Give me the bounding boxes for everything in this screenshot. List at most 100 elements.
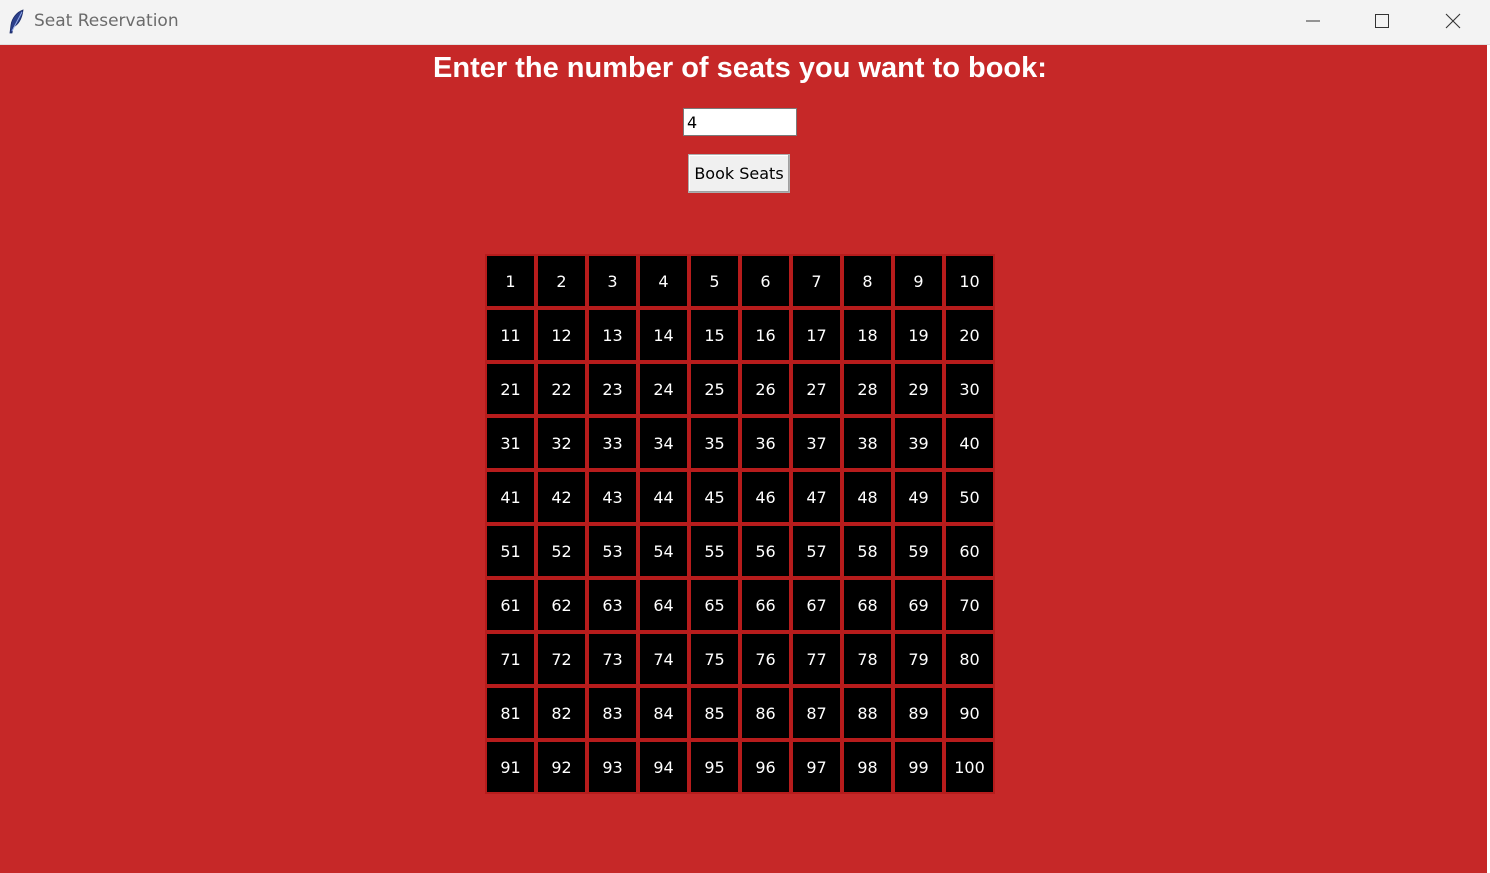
seat-button[interactable]: 50 bbox=[944, 470, 995, 524]
seat-button[interactable]: 37 bbox=[791, 416, 842, 470]
seat-button[interactable]: 95 bbox=[689, 740, 740, 794]
seat-button[interactable]: 68 bbox=[842, 578, 893, 632]
seat-button[interactable]: 85 bbox=[689, 686, 740, 740]
seat-button[interactable]: 46 bbox=[740, 470, 791, 524]
seat-button[interactable]: 36 bbox=[740, 416, 791, 470]
seat-button[interactable]: 25 bbox=[689, 362, 740, 416]
seat-button[interactable]: 69 bbox=[893, 578, 944, 632]
seat-button[interactable]: 7 bbox=[791, 254, 842, 308]
seat-button[interactable]: 2 bbox=[536, 254, 587, 308]
seat-button[interactable]: 59 bbox=[893, 524, 944, 578]
seat-button[interactable]: 6 bbox=[740, 254, 791, 308]
seat-button[interactable]: 91 bbox=[485, 740, 536, 794]
seat-button[interactable]: 77 bbox=[791, 632, 842, 686]
seat-button[interactable]: 41 bbox=[485, 470, 536, 524]
seat-button[interactable]: 90 bbox=[944, 686, 995, 740]
seat-button[interactable]: 5 bbox=[689, 254, 740, 308]
seat-button[interactable]: 30 bbox=[944, 362, 995, 416]
seat-button[interactable]: 58 bbox=[842, 524, 893, 578]
seat-button[interactable]: 62 bbox=[536, 578, 587, 632]
seat-button[interactable]: 92 bbox=[536, 740, 587, 794]
seat-button[interactable]: 52 bbox=[536, 524, 587, 578]
seat-button[interactable]: 60 bbox=[944, 524, 995, 578]
seat-button[interactable]: 55 bbox=[689, 524, 740, 578]
seat-button[interactable]: 96 bbox=[740, 740, 791, 794]
seat-button[interactable]: 47 bbox=[791, 470, 842, 524]
seat-button[interactable]: 29 bbox=[893, 362, 944, 416]
seat-button[interactable]: 8 bbox=[842, 254, 893, 308]
seat-button[interactable]: 27 bbox=[791, 362, 842, 416]
seat-button[interactable]: 32 bbox=[536, 416, 587, 470]
seat-button[interactable]: 12 bbox=[536, 308, 587, 362]
seat-button[interactable]: 54 bbox=[638, 524, 689, 578]
seat-button[interactable]: 20 bbox=[944, 308, 995, 362]
seat-button[interactable]: 64 bbox=[638, 578, 689, 632]
seat-button[interactable]: 4 bbox=[638, 254, 689, 308]
seat-button[interactable]: 99 bbox=[893, 740, 944, 794]
maximize-button[interactable] bbox=[1347, 0, 1417, 45]
seat-button[interactable]: 89 bbox=[893, 686, 944, 740]
seat-button[interactable]: 74 bbox=[638, 632, 689, 686]
seat-button[interactable]: 97 bbox=[791, 740, 842, 794]
close-button[interactable] bbox=[1418, 0, 1488, 45]
seat-button[interactable]: 13 bbox=[587, 308, 638, 362]
seat-button[interactable]: 73 bbox=[587, 632, 638, 686]
seat-button[interactable]: 21 bbox=[485, 362, 536, 416]
seat-button[interactable]: 42 bbox=[536, 470, 587, 524]
seat-button[interactable]: 18 bbox=[842, 308, 893, 362]
seat-button[interactable]: 14 bbox=[638, 308, 689, 362]
seat-button[interactable]: 48 bbox=[842, 470, 893, 524]
seat-button[interactable]: 98 bbox=[842, 740, 893, 794]
seat-button[interactable]: 61 bbox=[485, 578, 536, 632]
seat-button[interactable]: 82 bbox=[536, 686, 587, 740]
seat-button[interactable]: 51 bbox=[485, 524, 536, 578]
seat-button[interactable]: 9 bbox=[893, 254, 944, 308]
seat-button[interactable]: 78 bbox=[842, 632, 893, 686]
seat-button[interactable]: 49 bbox=[893, 470, 944, 524]
minimize-button[interactable] bbox=[1278, 0, 1348, 45]
seat-button[interactable]: 66 bbox=[740, 578, 791, 632]
seat-button[interactable]: 57 bbox=[791, 524, 842, 578]
seat-button[interactable]: 22 bbox=[536, 362, 587, 416]
seat-button[interactable]: 80 bbox=[944, 632, 995, 686]
seat-button[interactable]: 86 bbox=[740, 686, 791, 740]
book-seats-button[interactable]: Book Seats bbox=[688, 154, 790, 193]
seat-button[interactable]: 40 bbox=[944, 416, 995, 470]
seat-button[interactable]: 11 bbox=[485, 308, 536, 362]
seat-button[interactable]: 35 bbox=[689, 416, 740, 470]
seat-button[interactable]: 26 bbox=[740, 362, 791, 416]
title-bar[interactable]: Seat Reservation bbox=[0, 0, 1490, 45]
seat-button[interactable]: 93 bbox=[587, 740, 638, 794]
seat-button[interactable]: 100 bbox=[944, 740, 995, 794]
seat-button[interactable]: 76 bbox=[740, 632, 791, 686]
seat-button[interactable]: 79 bbox=[893, 632, 944, 686]
seat-button[interactable]: 17 bbox=[791, 308, 842, 362]
seat-button[interactable]: 87 bbox=[791, 686, 842, 740]
seat-button[interactable]: 15 bbox=[689, 308, 740, 362]
seat-button[interactable]: 71 bbox=[485, 632, 536, 686]
seat-button[interactable]: 75 bbox=[689, 632, 740, 686]
seat-button[interactable]: 1 bbox=[485, 254, 536, 308]
seat-button[interactable]: 19 bbox=[893, 308, 944, 362]
seat-button[interactable]: 38 bbox=[842, 416, 893, 470]
seat-button[interactable]: 28 bbox=[842, 362, 893, 416]
seat-button[interactable]: 3 bbox=[587, 254, 638, 308]
seat-button[interactable]: 67 bbox=[791, 578, 842, 632]
seat-button[interactable]: 43 bbox=[587, 470, 638, 524]
seat-button[interactable]: 23 bbox=[587, 362, 638, 416]
seat-button[interactable]: 70 bbox=[944, 578, 995, 632]
seat-button[interactable]: 31 bbox=[485, 416, 536, 470]
seat-button[interactable]: 56 bbox=[740, 524, 791, 578]
seat-button[interactable]: 34 bbox=[638, 416, 689, 470]
seat-button[interactable]: 33 bbox=[587, 416, 638, 470]
seat-button[interactable]: 81 bbox=[485, 686, 536, 740]
seat-button[interactable]: 88 bbox=[842, 686, 893, 740]
seat-button[interactable]: 44 bbox=[638, 470, 689, 524]
seat-button[interactable]: 72 bbox=[536, 632, 587, 686]
seat-button[interactable]: 53 bbox=[587, 524, 638, 578]
seat-button[interactable]: 65 bbox=[689, 578, 740, 632]
seat-button[interactable]: 84 bbox=[638, 686, 689, 740]
seat-button[interactable]: 10 bbox=[944, 254, 995, 308]
seat-count-input[interactable] bbox=[683, 108, 797, 136]
seat-button[interactable]: 16 bbox=[740, 308, 791, 362]
